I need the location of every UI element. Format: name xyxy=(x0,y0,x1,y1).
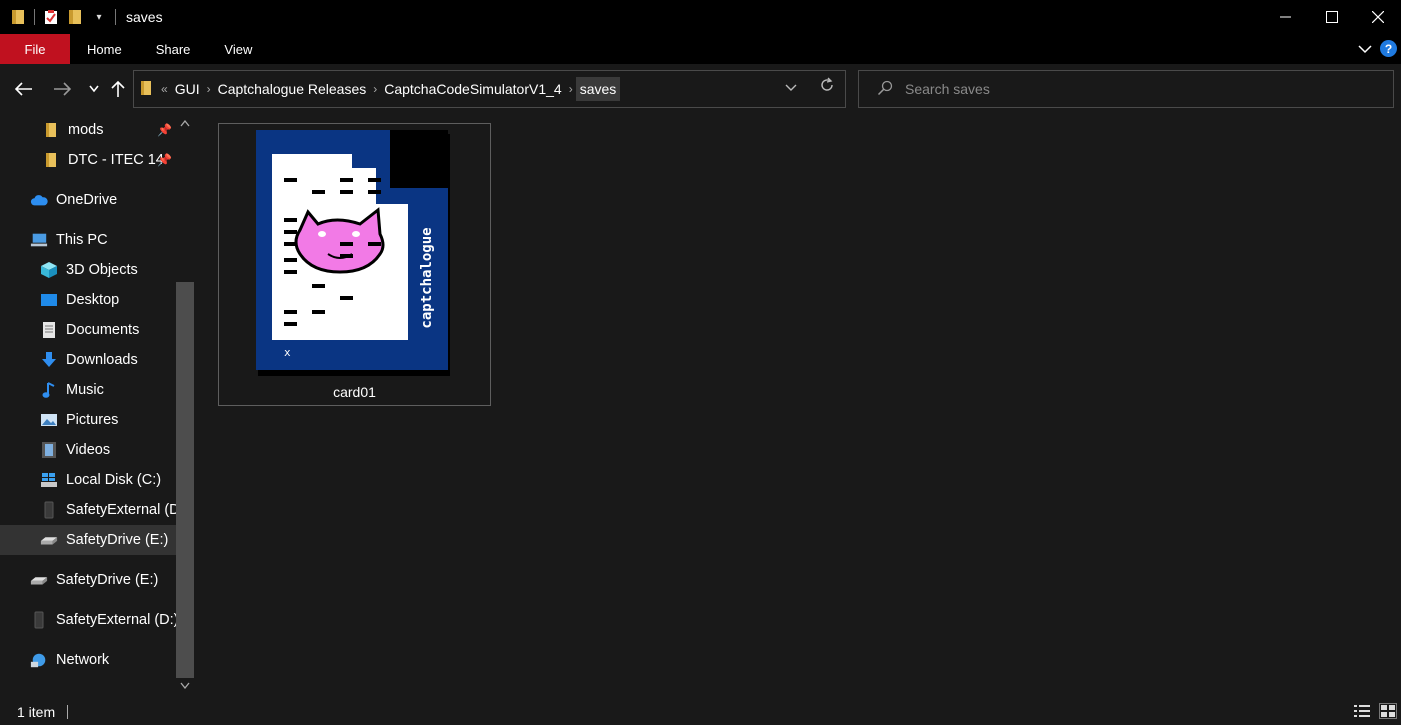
chevron-right-icon[interactable]: › xyxy=(370,82,380,96)
sidebar-item-videos[interactable]: Videos xyxy=(0,435,176,465)
sidebar-item-safetydrive[interactable]: SafetyDrive (E:) xyxy=(0,525,176,555)
sidebar-scrollbar-thumb[interactable] xyxy=(176,282,194,678)
card-label: captchalogue xyxy=(419,227,435,328)
music-icon xyxy=(40,381,58,399)
tab-file[interactable]: File xyxy=(0,34,70,64)
sidebar-item-onedrive[interactable]: OneDrive xyxy=(0,185,176,215)
tab-share[interactable]: Share xyxy=(139,34,208,64)
sidebar-item-mods[interactable]: mods 📌 xyxy=(0,115,176,145)
help-icon[interactable]: ? xyxy=(1380,40,1397,57)
properties-icon[interactable] xyxy=(43,9,59,25)
recent-locations-button[interactable] xyxy=(82,77,106,101)
customize-toolbar-icon[interactable]: ▾ xyxy=(91,9,107,25)
sidebar-item-this-pc[interactable]: This PC xyxy=(0,225,176,255)
pin-icon: 📌 xyxy=(157,153,172,167)
expand-ribbon-icon[interactable] xyxy=(1358,41,1372,57)
sidebar-item-safetyexternal-root[interactable]: SafetyExternal (D:) xyxy=(0,605,176,635)
navigation-bar: « GUI › Captchalogue Releases › CaptchaC… xyxy=(0,64,1401,114)
search-icon xyxy=(877,80,893,99)
minimize-button[interactable] xyxy=(1263,0,1309,34)
document-icon xyxy=(40,321,58,339)
usb-drive-icon xyxy=(40,531,58,549)
tab-home[interactable]: Home xyxy=(70,34,139,64)
breadcrumb-saves[interactable]: saves xyxy=(575,77,621,101)
folder-icon xyxy=(42,151,60,169)
computer-icon xyxy=(30,231,48,249)
folder-icon xyxy=(10,9,26,25)
sidebar-item-3d-objects[interactable]: 3D Objects xyxy=(0,255,176,285)
sidebar-item-safetydrive-root[interactable]: SafetyDrive (E:) xyxy=(0,565,176,595)
desktop-icon xyxy=(40,291,58,309)
breadcrumb-gui[interactable]: GUI xyxy=(171,77,204,101)
overflow-chevron[interactable]: « xyxy=(158,82,171,96)
sidebar-item-local-disk[interactable]: Local Disk (C:) xyxy=(0,465,176,495)
sidebar-item-desktop[interactable]: Desktop xyxy=(0,285,176,315)
sidebar-item-dtc-itec[interactable]: DTC - ITEC 14 📌 xyxy=(0,145,176,175)
file-view: captchalogue x card01 xyxy=(196,114,1401,698)
sidebar-item-pictures[interactable]: Pictures xyxy=(0,405,176,435)
new-folder-icon[interactable] xyxy=(67,9,83,25)
address-bar[interactable]: « GUI › Captchalogue Releases › CaptchaC… xyxy=(133,70,846,108)
chevron-up-icon[interactable] xyxy=(180,118,190,130)
up-button[interactable] xyxy=(106,77,130,101)
external-drive-icon xyxy=(40,501,58,519)
file-item-card01[interactable]: captchalogue x card01 xyxy=(218,123,491,406)
windows-drive-icon xyxy=(40,471,58,489)
details-view-icon[interactable] xyxy=(1353,703,1371,719)
sidebar-item-safetyexternal[interactable]: SafetyExternal (D:) xyxy=(0,495,176,525)
pin-icon: 📌 xyxy=(157,123,172,137)
download-icon xyxy=(40,351,58,369)
sidebar-item-network[interactable]: Network xyxy=(0,645,176,675)
chevron-down-icon[interactable] xyxy=(180,680,190,692)
cloud-icon xyxy=(30,191,48,209)
file-name: card01 xyxy=(333,384,376,400)
search-placeholder: Search saves xyxy=(905,81,990,97)
status-bar: 1 item xyxy=(0,698,1401,725)
ribbon-tabs: File Home Share View ? xyxy=(0,34,1401,64)
title-bar: ▾ saves xyxy=(0,0,1401,34)
chevron-right-icon[interactable]: › xyxy=(566,82,576,96)
search-input[interactable]: Search saves xyxy=(858,70,1394,108)
folder-icon xyxy=(42,121,60,139)
breadcrumb-captchacodesimulator[interactable]: CaptchaCodeSimulatorV1_4 xyxy=(380,77,565,101)
maximize-button[interactable] xyxy=(1309,0,1355,34)
cube-icon xyxy=(40,261,58,279)
item-count: 1 item xyxy=(17,703,56,720)
tab-view[interactable]: View xyxy=(207,34,269,64)
window-title: saves xyxy=(126,9,163,25)
navigation-pane: mods 📌 DTC - ITEC 14 📌 OneDrive This PC … xyxy=(0,114,196,698)
breadcrumb-captchalogue-releases[interactable]: Captchalogue Releases xyxy=(214,77,371,101)
folder-icon xyxy=(140,80,152,99)
refresh-icon[interactable] xyxy=(819,77,835,98)
external-drive-icon xyxy=(30,611,48,629)
large-icons-view-icon[interactable] xyxy=(1379,703,1397,719)
close-button[interactable] xyxy=(1355,0,1401,34)
network-icon xyxy=(30,651,48,669)
chevron-right-icon[interactable]: › xyxy=(204,82,214,96)
sidebar-item-music[interactable]: Music xyxy=(0,375,176,405)
sidebar-item-documents[interactable]: Documents xyxy=(0,315,176,345)
card-mark: x xyxy=(284,346,291,359)
back-button[interactable] xyxy=(12,77,36,101)
video-icon xyxy=(40,441,58,459)
picture-icon xyxy=(40,411,58,429)
image-thumbnail: captchalogue x xyxy=(256,130,450,376)
forward-button[interactable] xyxy=(50,77,74,101)
address-history-dropdown[interactable] xyxy=(785,79,797,95)
usb-drive-icon xyxy=(30,571,48,589)
sidebar-item-downloads[interactable]: Downloads xyxy=(0,345,176,375)
